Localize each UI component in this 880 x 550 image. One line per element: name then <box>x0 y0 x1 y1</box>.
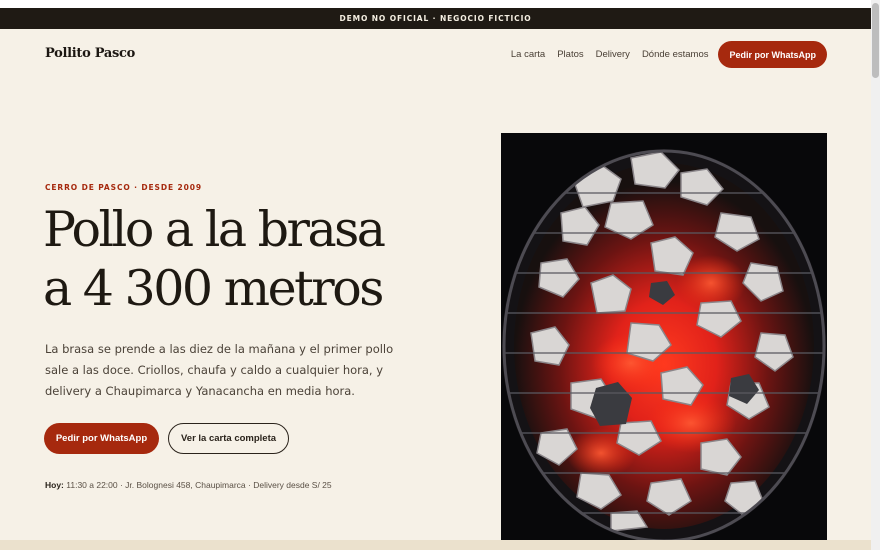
hero-eyebrow: CERRO DE PASCO · DESDE 2009 <box>45 183 202 192</box>
full-menu-button[interactable]: Ver la carta completa <box>168 423 289 454</box>
demo-banner: DEMO NO OFICIAL · NEGOCIO FICTICIO <box>0 8 871 29</box>
hero-lead: La brasa se prende a las diez de la maña… <box>45 342 394 398</box>
hours-info: Hoy: 11:30 a 22:00 · Jr. Bolognesi 458, … <box>45 480 332 490</box>
whatsapp-order-button[interactable]: Pedir por WhatsApp <box>44 423 159 454</box>
main-nav: La carta Platos Delivery Dónde estamos P… <box>511 41 827 68</box>
hero-headline-line-1: Pollo a la brasa <box>43 201 386 258</box>
site-header: Pollito Pasco La carta Platos Delivery D… <box>0 29 871 81</box>
grill-photo <box>501 133 827 540</box>
hero-headline: Pollo a la brasa a 4 300 metros <box>43 200 473 318</box>
demo-banner-text: DEMO NO OFICIAL · NEGOCIO FICTICIO <box>339 14 532 23</box>
hero-headline-line-2: a 4 300 metros <box>43 260 384 317</box>
page-scrollbar[interactable] <box>871 0 880 550</box>
nav-link-delivery[interactable]: Delivery <box>596 49 630 60</box>
top-strip <box>0 0 871 8</box>
nav-link-platos[interactable]: Platos <box>557 49 583 60</box>
scrollbar-thumb[interactable] <box>872 3 879 78</box>
nav-link-la-carta[interactable]: La carta <box>511 49 545 60</box>
next-section-edge <box>0 540 871 550</box>
brand-logo[interactable]: Pollito Pasco <box>45 46 135 61</box>
hours-text: 11:30 a 22:00 · Jr. Bolognesi 458, Chaup… <box>63 480 332 490</box>
nav-link-donde-estamos[interactable]: Dónde estamos <box>642 49 709 60</box>
nav-whatsapp-button[interactable]: Pedir por WhatsApp <box>718 41 827 68</box>
hours-label: Hoy: <box>45 480 64 490</box>
charcoal-grill-illustration <box>501 133 827 540</box>
